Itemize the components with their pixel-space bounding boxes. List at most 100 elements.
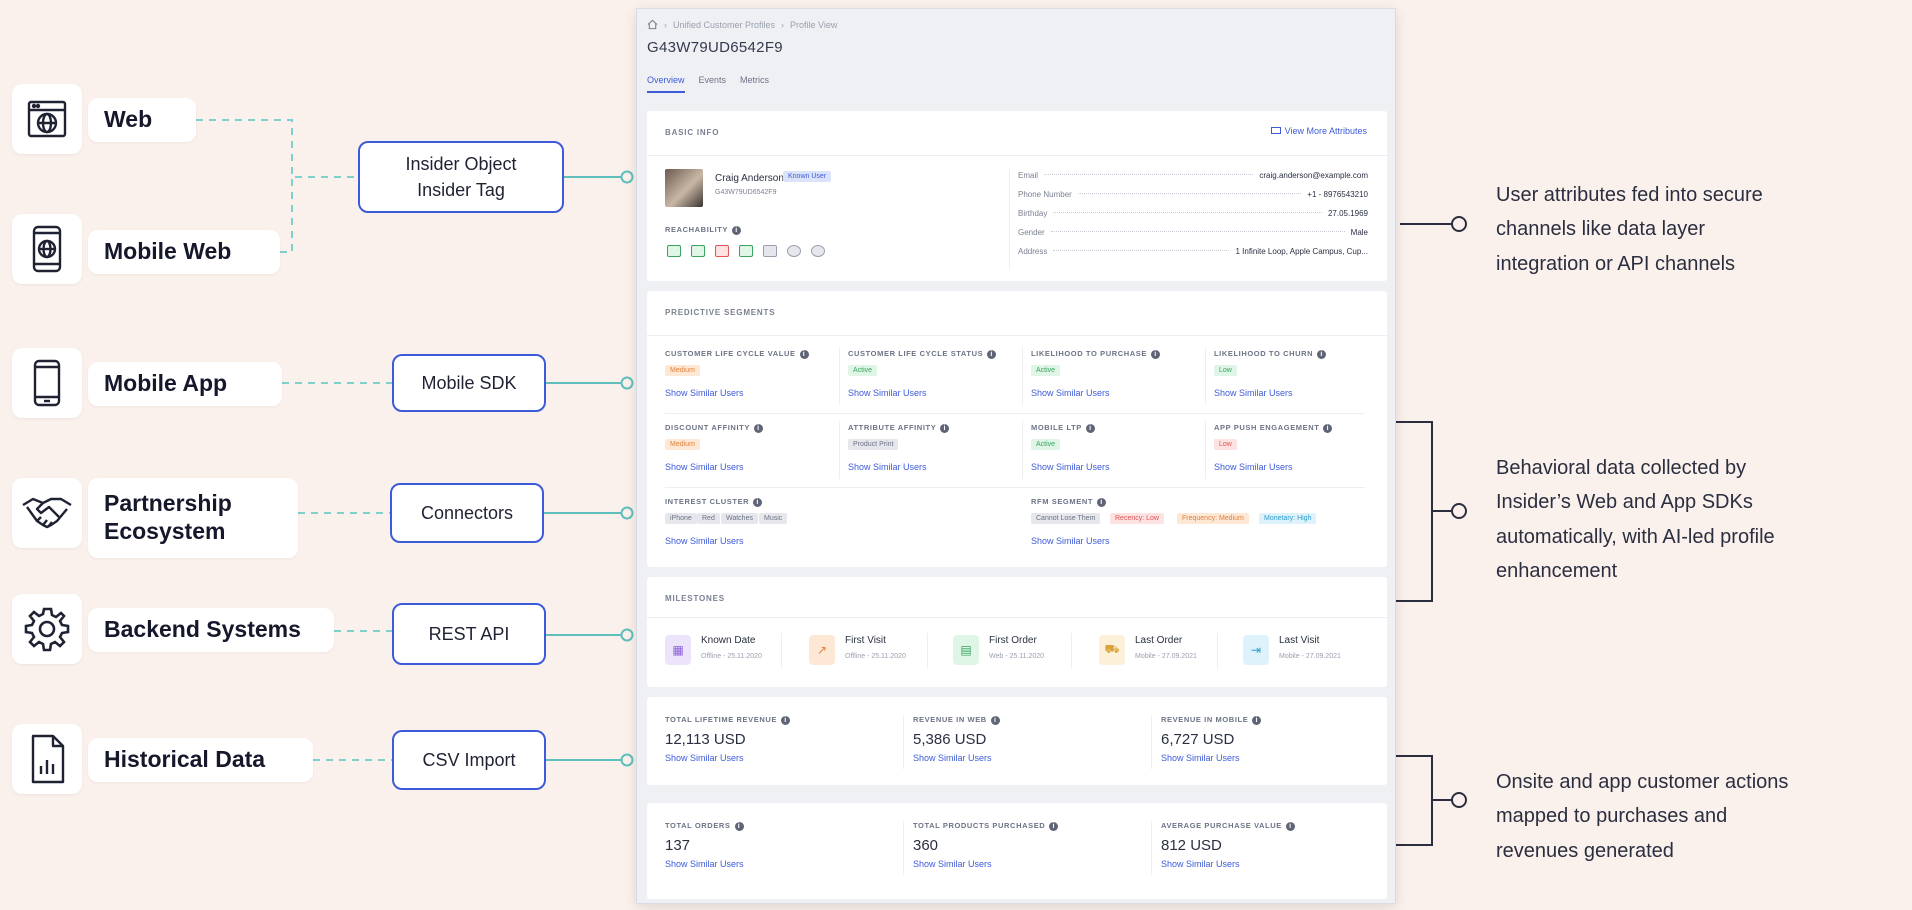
order-icon: ▤ [953, 635, 979, 665]
metric-label: AVERAGE PURCHASE VALUE i [1161, 821, 1295, 831]
list-icon [1270, 127, 1281, 134]
note-line: revenues generated [1496, 839, 1674, 862]
port-dot [620, 170, 634, 184]
show-similar-users-link[interactable]: Show Similar Users [1214, 462, 1293, 472]
view-more-attributes-link[interactable]: View More Attributes [1270, 126, 1367, 136]
milestones-title: MILESTONES [665, 594, 725, 603]
column-divider [1151, 715, 1152, 769]
reachability-text: REACHABILITY [665, 225, 729, 234]
info-icon[interactable]: i [753, 423, 763, 433]
column-divider [903, 715, 904, 769]
info-icon[interactable]: i [753, 497, 763, 507]
source-label-historical: Historical Data [88, 738, 313, 782]
profile-tabs: Overview Events Metrics [647, 75, 769, 85]
segment-label-text: CUSTOMER LIFE CYCLE STATUS [848, 349, 984, 358]
column-divider [1022, 347, 1023, 405]
metric-label-text: REVENUE IN WEB [913, 715, 987, 724]
segment-label-text: LIKELIHOOD TO CHURN [1214, 349, 1314, 358]
push-channel-icon[interactable] [715, 245, 729, 257]
info-icon[interactable]: i [1252, 715, 1262, 725]
phone-attribute: Phone Number +1 - 8976543210 [1018, 190, 1368, 199]
interest-pill: Red [697, 513, 720, 524]
info-icon[interactable]: i [780, 715, 790, 725]
show-similar-users-link[interactable]: Show Similar Users [1031, 536, 1110, 546]
info-icon[interactable]: i [1285, 821, 1295, 831]
info-icon[interactable]: i [1085, 423, 1095, 433]
port-dot [620, 628, 634, 642]
show-similar-users-link[interactable]: Show Similar Users [665, 859, 744, 869]
home-icon[interactable] [647, 19, 658, 30]
web-push-channel-icon[interactable] [763, 245, 777, 257]
visit-icon: ↗ [809, 635, 835, 665]
breadcrumb-profiles[interactable]: Unified Customer Profiles [673, 20, 775, 30]
info-icon[interactable]: i [1049, 821, 1059, 831]
bracket-dot [1451, 792, 1467, 808]
note-line: Onsite and app customer actions [1496, 771, 1789, 793]
chat-channel-icon[interactable] [739, 245, 753, 257]
info-icon[interactable]: i [732, 225, 742, 235]
show-similar-users-link[interactable]: Show Similar Users [1031, 388, 1110, 398]
column-divider [1151, 821, 1152, 875]
note-customer-actions: Onsite and app customer actions mapped t… [1496, 765, 1788, 868]
interest-cluster-text: INTEREST CLUSTER [665, 497, 750, 506]
info-icon[interactable]: i [799, 349, 809, 359]
segment-pill: Active [1031, 439, 1061, 450]
email-channel-icon[interactable] [667, 245, 681, 257]
segment-label: LIKELIHOOD TO PURCHASE i [1031, 349, 1160, 359]
chevron-right-icon: › [664, 19, 667, 30]
address-attribute: Address 1 Infinite Loop, Apple Campus, Cu… [1018, 247, 1368, 256]
attr-value: 1 Infinite Loop, Apple Campus, Cup... [1235, 247, 1368, 256]
note-line: automatically, with AI-led profile [1496, 525, 1775, 548]
show-similar-users-link[interactable]: Show Similar Users [1031, 462, 1110, 472]
segment-pill: Product Print [848, 439, 899, 450]
info-icon[interactable]: i [940, 423, 950, 433]
show-similar-users-link[interactable]: Show Similar Users [1161, 753, 1240, 763]
info-icon[interactable]: i [987, 349, 997, 359]
tab-events[interactable]: Events [699, 75, 727, 85]
whatsapp-channel-icon[interactable] [787, 245, 801, 257]
messenger-channel-icon[interactable] [811, 245, 825, 257]
show-similar-users-link[interactable]: Show Similar Users [848, 388, 927, 398]
tab-overview[interactable]: Overview [647, 75, 685, 85]
metric-label-text: TOTAL LIFETIME REVENUE [665, 715, 777, 724]
column-divider [839, 347, 840, 405]
show-similar-users-link[interactable]: Show Similar Users [913, 753, 992, 763]
rfm-pill: Cannot Lose Them [1031, 513, 1101, 524]
show-similar-users-link[interactable]: Show Similar Users [665, 536, 744, 546]
info-icon[interactable]: i [734, 821, 744, 831]
interest-cluster-label: INTEREST CLUSTER i [665, 497, 763, 507]
info-icon[interactable]: i [1323, 423, 1333, 433]
note-line: Insider’s Web and App SDKs [1496, 491, 1753, 514]
attr-value: craig.anderson@example.com [1259, 171, 1368, 180]
tab-metrics[interactable]: Metrics [740, 75, 769, 85]
wire-web [196, 119, 358, 178]
metric-label-text: TOTAL PRODUCTS PURCHASED [913, 821, 1046, 830]
note-line: integration or API channels [1496, 252, 1736, 275]
info-icon[interactable]: i [1097, 497, 1107, 507]
show-similar-users-link[interactable]: Show Similar Users [848, 462, 927, 472]
show-similar-users-link[interactable]: Show Similar Users [665, 462, 744, 472]
show-similar-users-link[interactable]: Show Similar Users [913, 859, 992, 869]
info-icon[interactable]: i [990, 715, 1000, 725]
show-similar-users-link[interactable]: Show Similar Users [665, 388, 744, 398]
sms-channel-icon[interactable] [691, 245, 705, 257]
source-label-partnership: Partnership Ecosystem [88, 478, 298, 558]
avatar [665, 169, 703, 207]
reachability-label: REACHABILITY i [665, 225, 742, 235]
show-similar-users-link[interactable]: Show Similar Users [1161, 859, 1240, 869]
interest-pill: Watches [721, 513, 758, 524]
column-divider [903, 821, 904, 875]
divider [665, 487, 1365, 488]
show-similar-users-link[interactable]: Show Similar Users [1214, 388, 1293, 398]
predictive-segments-card: PREDICTIVE SEGMENTS CUSTOMER LIFE CYCLE … [647, 291, 1387, 567]
milestone-subtitle: Mobile - 27.09.2021 [1279, 653, 1341, 660]
info-icon[interactable]: i [1317, 349, 1327, 359]
segment-pill: Active [1031, 365, 1061, 376]
column-divider [839, 421, 840, 479]
insider-object-tag-box: Insider Object Insider Tag [358, 141, 564, 213]
info-icon[interactable]: i [1150, 349, 1160, 359]
segment-pill: Active [848, 365, 878, 376]
metric-value: 12,113 USD [665, 731, 746, 748]
attr-label: Phone Number [1018, 190, 1072, 199]
show-similar-users-link[interactable]: Show Similar Users [665, 753, 744, 763]
